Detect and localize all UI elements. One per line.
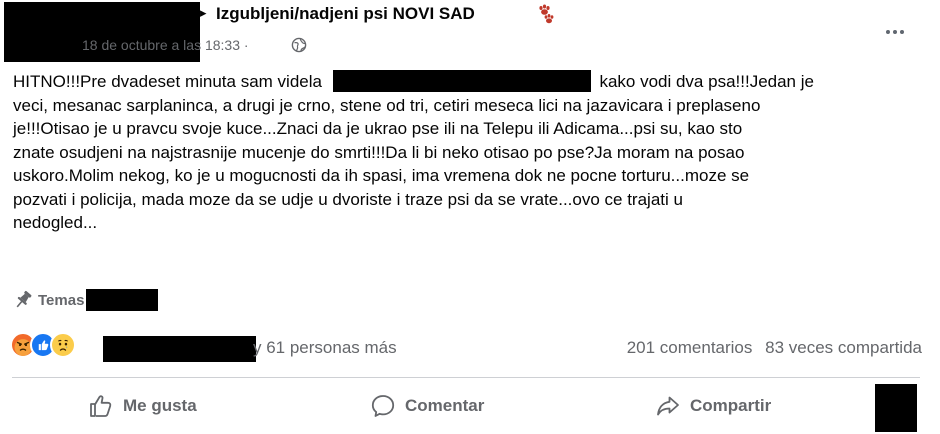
comment-button-label: Comentar xyxy=(405,396,485,415)
redacted-text xyxy=(332,70,591,92)
post-line-1-start: HITNO!!!Pre dvadeset minuta sam videla xyxy=(13,72,322,91)
redacted-reactor-name xyxy=(103,336,256,362)
actions-divider xyxy=(12,377,920,378)
share-button[interactable]: Compartir xyxy=(655,388,771,424)
comments-count-link[interactable]: 201 comentarios xyxy=(627,338,753,357)
pin-icon xyxy=(16,290,32,308)
redacted-topic xyxy=(86,289,159,311)
post-line-1: HITNO!!!Pre dvadeset minuta sam videla k… xyxy=(13,70,913,94)
post-body: HITNO!!!Pre dvadeset minuta sam videla k… xyxy=(13,70,913,235)
sad-reaction-icon xyxy=(50,332,76,358)
engagement-counts: 201 comentarios 83 veces compartida xyxy=(627,338,922,358)
shares-count-link[interactable]: 83 veces compartida xyxy=(765,338,922,357)
post-line-4: znate osudjeni na najstrasnije mucenje d… xyxy=(13,142,745,162)
globe-icon xyxy=(291,37,307,53)
more-options-dot xyxy=(893,30,897,34)
post-timestamp[interactable]: 18 de octubre a las 18:33 · xyxy=(82,37,249,53)
more-options-dot xyxy=(900,30,904,34)
paw-prints-icon xyxy=(539,4,554,24)
meta-separator: · xyxy=(243,37,249,53)
comment-bubble-icon xyxy=(371,395,395,417)
post-line-5: uskoro.Molim nekog, ko je u mogucnosti d… xyxy=(13,166,750,185)
post-line-2: veci, mesanac sarplaninca, a drugi je cr… xyxy=(13,95,761,115)
topics-row[interactable]: Temas xyxy=(12,288,159,312)
more-options-button[interactable] xyxy=(880,18,910,46)
redacted-avatar xyxy=(875,384,917,432)
post-line-7: nedogled... xyxy=(13,213,98,232)
reactions-count-text[interactable]: y 61 personas más xyxy=(253,338,397,358)
redacted-profile-name xyxy=(4,2,200,62)
post-line-6: pozvati i policija, mada moze da se udje… xyxy=(13,189,683,209)
post-line-1-end: kako vodi dva psa!!!Jedan je xyxy=(599,72,814,91)
more-options-icon xyxy=(886,30,890,34)
comment-button[interactable]: Comentar xyxy=(370,388,484,424)
arrow-right-icon: ▸ xyxy=(200,5,207,20)
post-actions-bar: Me gusta Comentar Compartir xyxy=(0,380,940,434)
thumbs-up-icon xyxy=(90,395,112,417)
like-button[interactable]: Me gusta xyxy=(88,388,197,424)
timestamp-text: 18 de octubre a las 18:33 xyxy=(82,37,241,53)
topics-label: Temas xyxy=(38,291,85,309)
share-arrow-icon xyxy=(657,396,679,416)
reactions-summary[interactable] xyxy=(10,332,100,362)
post-line-3: je!!!Otisao je u pravcu svoje kuce...Zna… xyxy=(13,119,743,138)
share-button-label: Compartir xyxy=(690,396,772,415)
group-name-link[interactable]: Izgubljeni/nadjeni psi NOVI SAD xyxy=(216,4,475,24)
post-header: ▸ Izgubljeni/nadjeni psi NOVI SAD 18 de … xyxy=(0,0,940,62)
like-button-label: Me gusta xyxy=(123,396,197,415)
